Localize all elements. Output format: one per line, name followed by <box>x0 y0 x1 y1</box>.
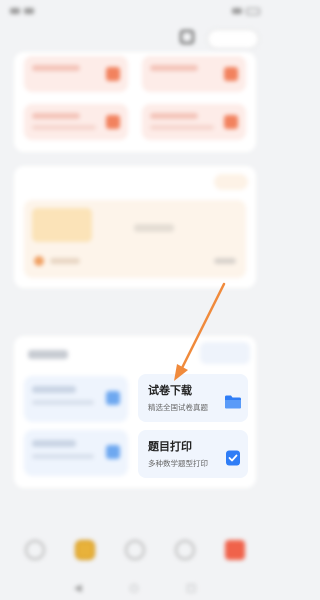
content-name <box>134 224 174 232</box>
tools-decoration <box>200 342 250 364</box>
battery-icon <box>246 7 260 15</box>
tools-card-title <box>28 350 68 359</box>
item-icon <box>106 67 120 81</box>
tool-icon <box>106 445 120 459</box>
middle-card-content[interactable] <box>24 200 246 278</box>
folder-icon <box>225 395 241 409</box>
bottom-tab-study-icon[interactable] <box>75 540 95 560</box>
status-bar <box>0 0 270 22</box>
tool-item-blurred[interactable] <box>24 376 128 422</box>
checklist-icon <box>226 450 240 466</box>
system-nav-bar: ◀ ○ □ <box>0 576 270 600</box>
top-card-item[interactable] <box>142 104 246 140</box>
tool-desc: 多种数学题型打印 <box>148 459 208 468</box>
notification-icon <box>24 8 34 14</box>
grade-selector[interactable] <box>207 29 259 49</box>
item-icon <box>224 115 238 129</box>
bottom-tab-home-icon[interactable] <box>25 540 45 560</box>
item-icon <box>106 115 120 129</box>
top-card <box>14 52 256 152</box>
more-button[interactable] <box>214 174 248 190</box>
bottom-tab-mall-icon[interactable] <box>225 540 245 560</box>
status-dot-icon <box>34 256 44 266</box>
bottom-tab-community-icon[interactable] <box>175 540 195 560</box>
tool-name: 试卷下载 <box>148 384 192 397</box>
bottom-tab-bar <box>0 528 270 572</box>
top-card-item[interactable] <box>24 104 128 140</box>
scan-icon[interactable] <box>180 30 194 44</box>
tool-desc: 精选全国试卷真题 <box>148 403 208 412</box>
top-nav: ​ ​ ​ <box>0 24 270 54</box>
tool-icon <box>106 391 120 405</box>
time-label <box>214 258 236 264</box>
item-icon <box>224 67 238 81</box>
tool-name: 题目打印 <box>148 440 192 453</box>
signal-icon <box>10 8 20 14</box>
wifi-icon <box>232 8 242 14</box>
exam-paper-download-button[interactable]: 试卷下载 精选全国试卷真题 <box>138 374 248 422</box>
question-print-button[interactable]: 题目打印 多种数学题型打印 <box>138 430 248 478</box>
thumbnail <box>32 208 92 242</box>
top-card-item[interactable] <box>24 56 128 92</box>
back-icon[interactable]: ◀ <box>74 583 82 594</box>
recents-icon[interactable]: □ <box>186 583 195 594</box>
tool-item-blurred[interactable] <box>24 430 128 476</box>
status-label <box>50 258 80 264</box>
top-card-item[interactable] <box>142 56 246 92</box>
home-icon[interactable]: ○ <box>130 583 139 594</box>
middle-card <box>14 166 256 288</box>
bottom-tab-middle-icon[interactable] <box>125 540 145 560</box>
